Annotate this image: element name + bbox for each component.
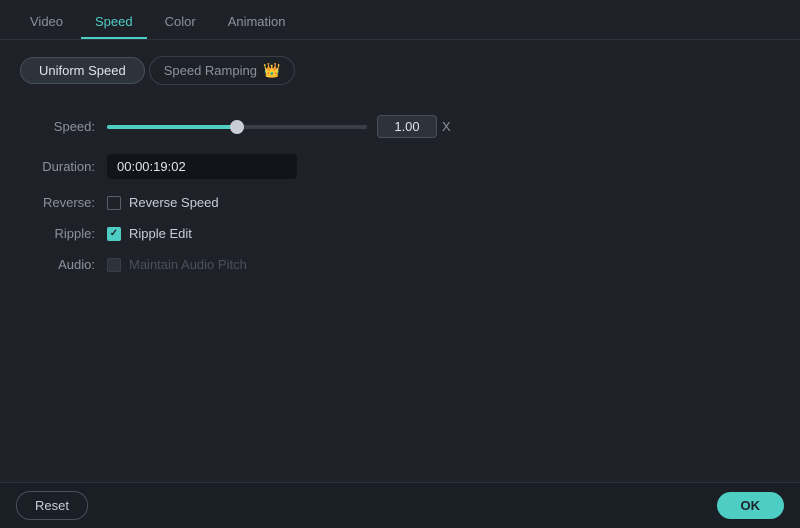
audio-label: Audio: bbox=[20, 257, 95, 272]
ripple-row: Ripple: Ripple Edit bbox=[20, 226, 780, 241]
duration-input[interactable] bbox=[107, 154, 297, 179]
audio-checkbox-group: Maintain Audio Pitch bbox=[107, 257, 247, 272]
speed-slider-track[interactable] bbox=[107, 125, 367, 129]
bottom-bar: Reset OK bbox=[0, 482, 800, 528]
speed-slider-container: X bbox=[107, 115, 780, 138]
tab-video[interactable]: Video bbox=[16, 8, 77, 39]
reset-button[interactable]: Reset bbox=[16, 491, 88, 520]
speed-slider-fill bbox=[107, 125, 237, 129]
ripple-checkbox-group: Ripple Edit bbox=[107, 226, 192, 241]
speed-label: Speed: bbox=[20, 119, 95, 134]
ripple-checkbox[interactable] bbox=[107, 227, 121, 241]
reverse-checkbox-label: Reverse Speed bbox=[129, 195, 219, 210]
speed-slider-thumb[interactable] bbox=[230, 120, 244, 134]
duration-label: Duration: bbox=[20, 159, 95, 174]
form-section: Speed: X Duration: Reverse: Reve bbox=[20, 105, 780, 282]
reverse-checkbox[interactable] bbox=[107, 196, 121, 210]
speed-row: Speed: X bbox=[20, 115, 780, 138]
subtab-uniform[interactable]: Uniform Speed bbox=[20, 57, 145, 84]
duration-row: Duration: bbox=[20, 154, 780, 179]
reverse-label: Reverse: bbox=[20, 195, 95, 210]
ripple-label: Ripple: bbox=[20, 226, 95, 241]
subtab-ramp-label: Speed Ramping bbox=[164, 63, 257, 78]
ok-button[interactable]: OK bbox=[717, 492, 785, 519]
top-nav: Video Speed Color Animation bbox=[0, 0, 800, 40]
ripple-checkbox-label: Ripple Edit bbox=[129, 226, 192, 241]
sub-tabs-row: Uniform Speed Speed Ramping 👑 bbox=[20, 56, 780, 85]
audio-row: Audio: Maintain Audio Pitch bbox=[20, 257, 780, 272]
tab-color[interactable]: Color bbox=[151, 8, 210, 39]
reverse-checkbox-group: Reverse Speed bbox=[107, 195, 219, 210]
tab-animation[interactable]: Animation bbox=[214, 8, 300, 39]
reverse-row: Reverse: Reverse Speed bbox=[20, 195, 780, 210]
tab-speed[interactable]: Speed bbox=[81, 8, 147, 39]
speed-input-wrap: X bbox=[377, 115, 451, 138]
audio-checkbox[interactable] bbox=[107, 258, 121, 272]
speed-x-label: X bbox=[442, 119, 451, 134]
speed-value-input[interactable] bbox=[377, 115, 437, 138]
subtab-speed-ramp[interactable]: Speed Ramping 👑 bbox=[149, 56, 296, 85]
crown-icon: 👑 bbox=[263, 62, 280, 79]
audio-checkbox-label: Maintain Audio Pitch bbox=[129, 257, 247, 272]
content-area: Uniform Speed Speed Ramping 👑 Speed: X bbox=[0, 40, 800, 482]
